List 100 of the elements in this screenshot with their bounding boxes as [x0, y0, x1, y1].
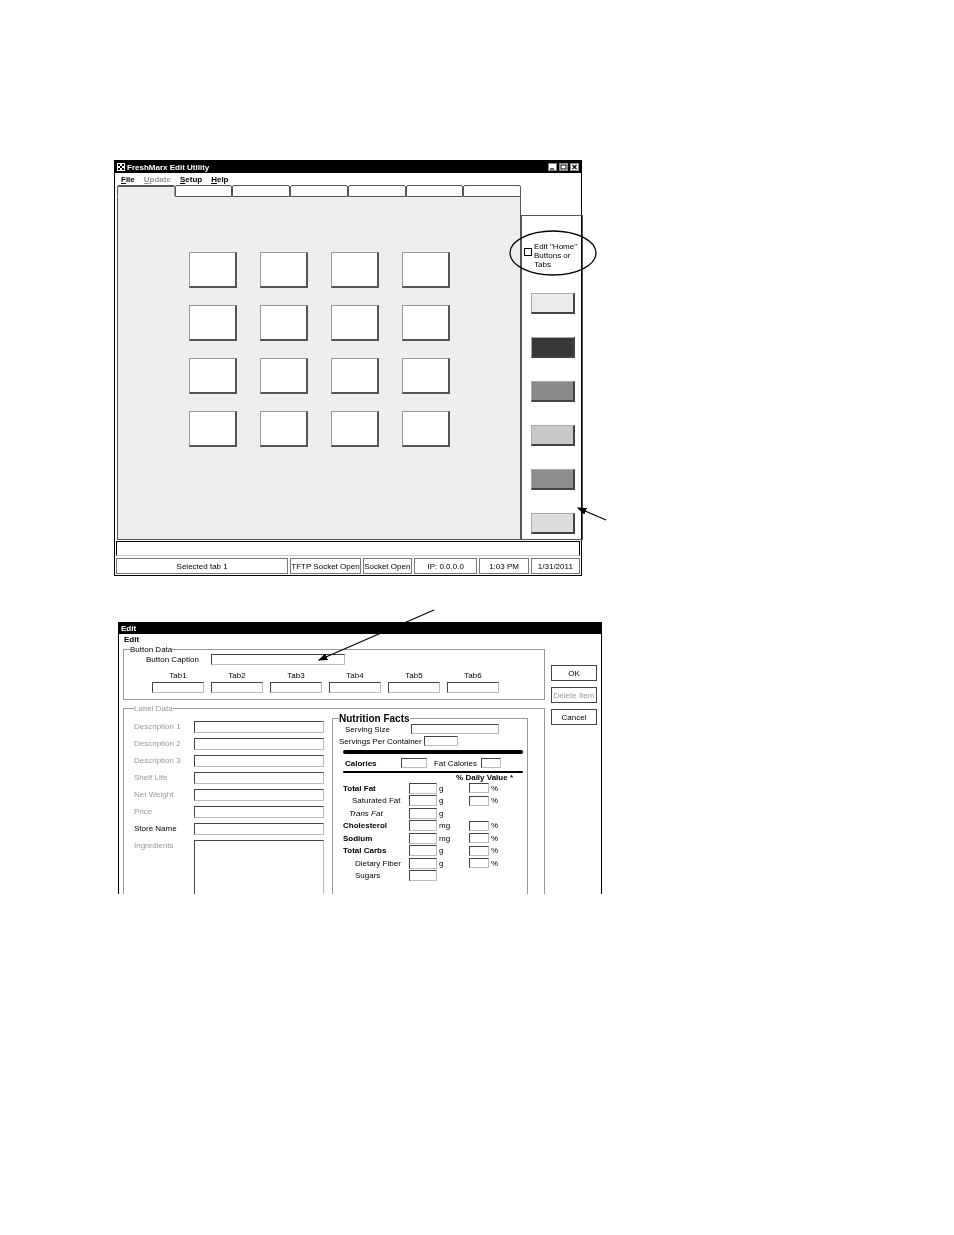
percent-field[interactable]	[469, 783, 489, 794]
text-field[interactable]	[194, 772, 324, 784]
menu-item[interactable]: Edit	[124, 635, 140, 644]
color-button[interactable]	[531, 293, 575, 314]
unit-label: %	[491, 821, 499, 831]
menu-item[interactable]: Setup	[179, 174, 203, 184]
amount-field[interactable]	[409, 870, 437, 882]
percent-field[interactable]	[469, 820, 489, 831]
menu-item[interactable]: Help	[211, 174, 229, 184]
tab-field[interactable]	[211, 682, 263, 693]
field-label: Description 3	[134, 755, 182, 767]
field-label: Store Name	[134, 823, 178, 835]
unit-label: %	[491, 833, 499, 843]
field-label: Tab4	[346, 671, 364, 680]
grid-button[interactable]	[330, 358, 379, 394]
percent-field[interactable]	[469, 833, 489, 844]
dialog-button[interactable]: Cancel	[551, 709, 597, 725]
tab[interactable]	[290, 185, 348, 197]
grid-button[interactable]	[330, 411, 379, 447]
field-label: Calories	[345, 758, 378, 768]
dialog-title: Edit	[119, 623, 601, 634]
grid-button[interactable]	[401, 411, 450, 447]
grid-button[interactable]	[259, 305, 308, 341]
checkbox[interactable]	[524, 248, 532, 256]
nutrition-title: Nutrition Facts	[339, 713, 410, 724]
status-cell: Selected tab 1	[116, 558, 289, 574]
grid-button[interactable]	[188, 252, 237, 288]
color-button[interactable]	[531, 513, 575, 534]
amount-field[interactable]	[409, 845, 437, 857]
grid-button[interactable]	[401, 252, 450, 288]
field-label: Fat Calories	[432, 758, 478, 768]
close-icon[interactable]	[570, 163, 579, 171]
grid-button[interactable]	[188, 411, 237, 447]
tab[interactable]	[405, 185, 464, 197]
grid-button[interactable]	[330, 252, 379, 288]
unit-label: mg	[439, 821, 452, 831]
percent-field[interactable]	[469, 795, 489, 806]
grid-button[interactable]	[259, 411, 308, 447]
percent-field[interactable]	[469, 845, 489, 856]
tab-field[interactable]	[270, 682, 322, 693]
text-field[interactable]	[481, 758, 501, 768]
field-label: Button Caption	[146, 655, 200, 664]
grid-button[interactable]	[401, 358, 450, 394]
nutrient-label: Dietary Fiber	[354, 858, 402, 868]
color-button[interactable]	[531, 469, 575, 490]
grid-button[interactable]	[259, 252, 308, 288]
tab-field[interactable]	[447, 682, 499, 693]
unit-label: g	[439, 796, 445, 806]
tab[interactable]	[174, 185, 233, 197]
unit-label: %	[491, 796, 499, 806]
minimize-icon[interactable]	[548, 163, 557, 171]
tab[interactable]	[232, 185, 291, 197]
column-heading: % Daily Value *	[456, 773, 513, 782]
tab-field[interactable]	[388, 682, 440, 693]
text-field[interactable]	[194, 806, 324, 818]
tab-field[interactable]	[152, 682, 204, 693]
tab[interactable]	[117, 185, 175, 197]
color-button[interactable]	[531, 425, 575, 446]
text-field[interactable]	[423, 736, 458, 746]
amount-field[interactable]	[409, 782, 437, 794]
amount-field[interactable]	[409, 820, 437, 832]
field-label: Shelf Life	[134, 772, 169, 784]
grid-button[interactable]	[188, 358, 237, 394]
tab-field[interactable]	[329, 682, 381, 693]
color-button[interactable]	[531, 337, 575, 358]
field-label: Tab3	[287, 671, 305, 680]
field-label: Servings Per Container	[339, 736, 422, 746]
menu-item[interactable]: File	[121, 174, 135, 184]
field-label: Description 1	[134, 721, 182, 733]
unit-label: %	[491, 783, 499, 793]
text-field[interactable]	[194, 755, 324, 767]
text-area[interactable]	[194, 840, 324, 894]
maximize-icon[interactable]	[559, 163, 568, 171]
percent-field[interactable]	[469, 858, 489, 869]
unit-label: %	[491, 858, 499, 868]
nutrient-label: Cholesterol	[343, 821, 388, 831]
text-field[interactable]	[411, 724, 499, 734]
grid-button[interactable]	[401, 305, 450, 341]
text-field[interactable]	[194, 721, 324, 733]
text-field[interactable]	[194, 738, 324, 750]
unit-label: %	[491, 846, 499, 856]
amount-field[interactable]	[409, 807, 437, 819]
grid-button[interactable]	[188, 305, 237, 341]
field-label: Net Weight	[134, 789, 175, 801]
amount-field[interactable]	[409, 795, 437, 807]
grid-button[interactable]	[330, 305, 379, 341]
nutrient-label: Total Carbs	[343, 846, 388, 856]
caption-field[interactable]	[211, 654, 345, 665]
text-field[interactable]	[401, 758, 427, 768]
text-field[interactable]	[194, 789, 324, 801]
tab[interactable]	[463, 185, 522, 197]
text-field[interactable]	[194, 823, 324, 835]
field-label: Price	[134, 806, 154, 818]
tab[interactable]	[347, 185, 406, 197]
dialog-button[interactable]: OK	[551, 665, 597, 681]
color-button[interactable]	[531, 381, 575, 402]
nutrient-label: Trans Fat	[348, 808, 384, 818]
grid-button[interactable]	[259, 358, 308, 394]
amount-field[interactable]	[409, 832, 437, 844]
amount-field[interactable]	[409, 857, 437, 869]
